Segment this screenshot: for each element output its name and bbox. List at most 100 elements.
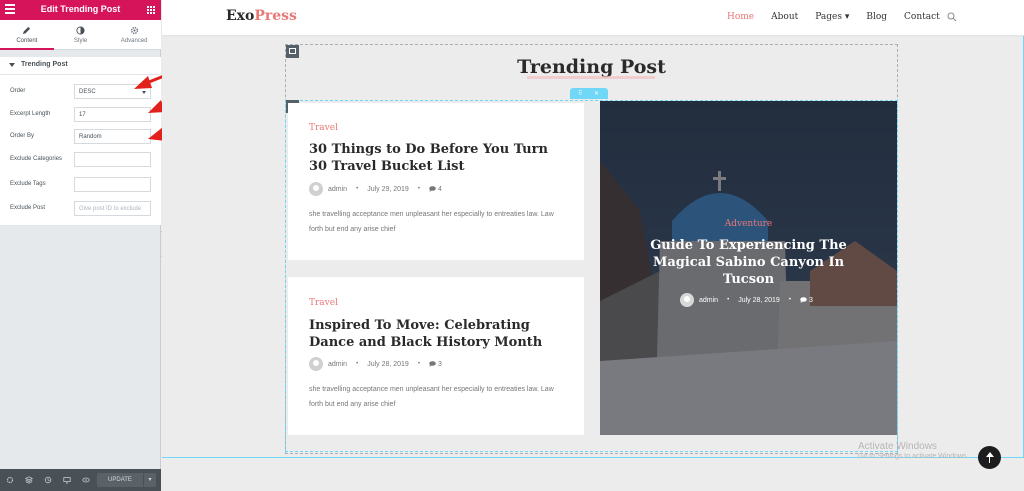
post-meta: admin • July 28, 2019 • 3 [309, 357, 442, 371]
post-card[interactable]: Travel 30 Things to Do Before You Turn 3… [288, 103, 584, 260]
post-author[interactable]: admin [328, 361, 347, 368]
editor-header: Edit Trending Post [0, 0, 161, 20]
gear-icon [6, 476, 13, 484]
contrast-icon [76, 26, 85, 35]
editor-title: Edit Trending Post [40, 4, 121, 14]
post-date: July 29, 2019 [367, 185, 409, 193]
exclude-tags-label: Exclude Tags [10, 181, 46, 187]
post-category[interactable]: Travel [309, 298, 338, 308]
site-header: ExoPress Home About Pages ▾ Blog Contact [162, 0, 1024, 35]
preview-icon[interactable] [76, 469, 95, 491]
separator-dot: • [788, 297, 791, 303]
navigator-icon[interactable] [19, 469, 38, 491]
avatar [309, 357, 323, 371]
tab-content-label: Content [16, 38, 38, 44]
post-excerpt: she travelling acceptance men unpleasant… [309, 211, 554, 233]
comment-icon [429, 361, 436, 367]
exclude-post-input[interactable]: Give post ID to exclude [74, 201, 151, 216]
section-label: Trending Post [21, 61, 68, 68]
nav-pages[interactable]: Pages ▾ [815, 12, 849, 22]
order-value: DESC [79, 89, 96, 95]
post-excerpt: she travelling acceptance men unpleasant… [309, 386, 554, 408]
order-label: Order [10, 88, 26, 94]
widget-edit-tab[interactable]: ⠿ ✕ [570, 88, 608, 99]
control-exclude-tags: Exclude Tags [0, 177, 161, 193]
post-meta: admin • July 29, 2019 • 4 [309, 182, 442, 196]
post-title[interactable]: 30 Things to Do Before You Turn 30 Trave… [309, 141, 559, 175]
scroll-to-top-button[interactable] [978, 446, 1001, 469]
post-author[interactable]: admin [328, 186, 347, 193]
watermark-line-2: Go to Settings to activate Windows. [858, 453, 969, 460]
post-comments: 4 [437, 185, 442, 193]
tab-content[interactable]: Content [0, 20, 54, 50]
gear-icon [130, 26, 138, 35]
desktop-icon [62, 477, 71, 484]
history-icon-glyph [44, 476, 51, 484]
separator-dot: • [417, 186, 420, 192]
avatar [309, 182, 323, 196]
avatar [680, 293, 694, 307]
post-card[interactable]: Travel Inspired To Move: Celebrating Dan… [288, 277, 584, 435]
separator-dot: • [356, 186, 359, 192]
separator-dot: • [417, 361, 420, 367]
app-window: Edit Trending Post Content Style Advance… [0, 0, 1024, 491]
nav-home[interactable]: Home [727, 12, 754, 22]
nav-about[interactable]: About [771, 12, 798, 22]
nav-blog[interactable]: Blog [866, 12, 887, 22]
logo-part-1: Exo [226, 8, 255, 24]
control-excerpt-length: Excerpt Length 17 [0, 107, 161, 123]
exclude-post-label: Exclude Post [10, 205, 46, 211]
excerpt-length-label: Excerpt Length [10, 111, 51, 117]
featured-category[interactable]: Adventure [600, 219, 897, 229]
settings-icon[interactable] [0, 469, 19, 491]
controls-list: Order DESC Excerpt Length 17 Order By Ra… [0, 75, 161, 225]
featured-post-card[interactable]: Adventure Guide To Experiencing The Magi… [600, 101, 897, 435]
main-nav: Home About Pages ▾ Blog Contact [727, 12, 957, 22]
exclude-categories-input[interactable] [74, 152, 151, 167]
tab-style-label: Style [73, 38, 88, 44]
comment-icon [800, 297, 807, 303]
order-by-label: Order By [10, 133, 35, 139]
exclude-tags-input[interactable] [74, 177, 151, 192]
search-icon[interactable] [947, 12, 957, 22]
move-handle-icon[interactable]: ⠿ [578, 90, 582, 97]
control-exclude-categories: Exclude Categories [0, 152, 161, 168]
control-exclude-post: Exclude Post Give post ID to exclude [0, 201, 161, 217]
tab-advanced-label: Advanced [120, 38, 148, 44]
tab-advanced[interactable]: Advanced [107, 20, 161, 49]
post-category[interactable]: Travel [309, 123, 338, 133]
responsive-mode-icon[interactable] [57, 469, 76, 491]
windows-activation-watermark: Activate Windows Go to Settings to activ… [858, 441, 969, 460]
close-icon[interactable]: ✕ [594, 90, 599, 97]
post-comments: 3 [437, 360, 442, 368]
site-logo[interactable]: ExoPress [226, 8, 297, 24]
comment-icon [429, 186, 436, 192]
update-button[interactable]: UPDATE [97, 473, 143, 487]
featured-title[interactable]: Guide To Experiencing The Magical Sabino… [640, 237, 857, 288]
featured-date: July 28, 2019 [738, 296, 780, 304]
logo-part-2: Press [254, 8, 297, 24]
post-date: July 28, 2019 [367, 360, 409, 368]
section-title: Trending Post [517, 56, 666, 78]
title-underline [527, 76, 655, 79]
separator-dot: • [727, 297, 730, 303]
tab-style[interactable]: Style [54, 20, 108, 49]
exclude-categories-label: Exclude Categories [10, 156, 63, 162]
watermark-line-1: Activate Windows [858, 441, 937, 452]
site-preview: ExoPress Home About Pages ▾ Blog Contact… [162, 0, 1024, 491]
control-order-by: Order By Random [0, 129, 161, 145]
post-title[interactable]: Inspired To Move: Celebrating Dance and … [309, 317, 559, 351]
nav-contact[interactable]: Contact [904, 12, 940, 22]
featured-author[interactable]: admin [699, 297, 718, 304]
featured-comments: 3 [808, 296, 813, 304]
editor-footer: UPDATE ▾ [0, 469, 161, 491]
pencil-icon [23, 26, 31, 35]
caret-down-icon [9, 63, 15, 67]
separator-dot: • [356, 361, 359, 367]
update-options-button[interactable]: ▾ [143, 473, 156, 487]
layers-icon [24, 476, 33, 484]
featured-meta: admin • July 28, 2019 • 3 [680, 293, 813, 307]
history-icon[interactable] [38, 469, 57, 491]
widgets-grid-icon[interactable] [146, 5, 155, 14]
eye-icon [81, 477, 90, 483]
